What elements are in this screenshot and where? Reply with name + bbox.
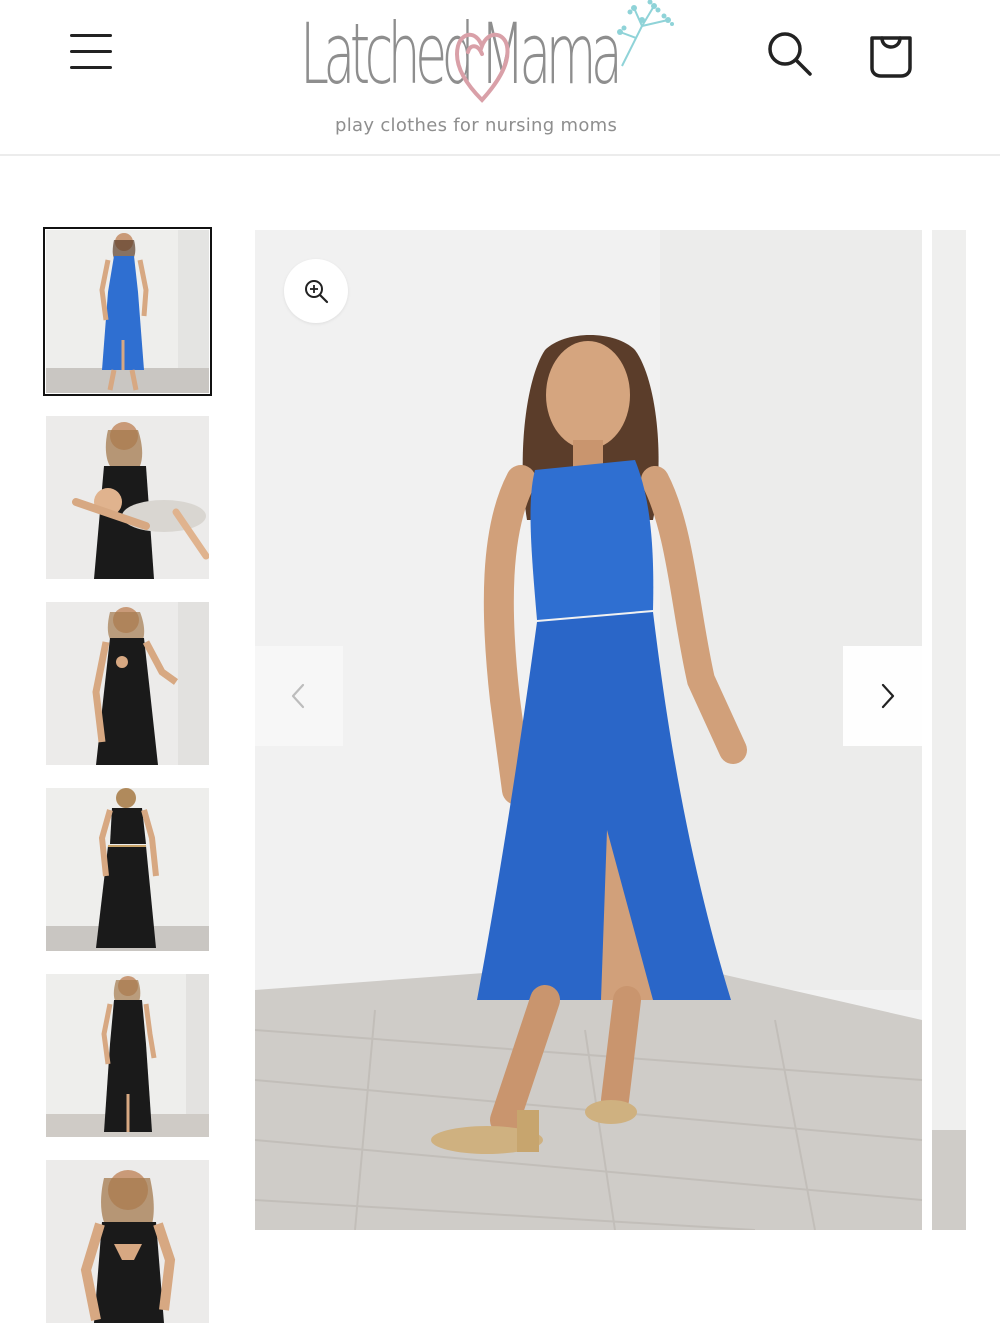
gallery-thumbnail-4[interactable] <box>46 788 209 951</box>
heart-icon <box>455 32 510 103</box>
next-slide-button[interactable] <box>843 646 931 746</box>
cart-button[interactable] <box>862 24 920 82</box>
gallery-thumbnail-2[interactable] <box>46 416 209 579</box>
product-thumbnail-image <box>46 1160 209 1323</box>
product-thumbnail-image <box>46 788 209 951</box>
product-thumbnail-image <box>46 974 209 1137</box>
previous-slide-button[interactable] <box>255 646 343 746</box>
gallery-thumbnail-6[interactable] <box>46 1160 209 1323</box>
product-photo <box>932 230 966 1230</box>
gallery-thumbnail-1[interactable] <box>43 227 212 396</box>
product-thumbnail-image <box>46 602 209 765</box>
product-photo <box>255 230 922 1230</box>
zoom-button[interactable] <box>284 259 348 323</box>
next-slide-preview <box>932 230 966 1230</box>
search-icon <box>768 32 812 76</box>
gallery-thumbnail-5[interactable] <box>46 974 209 1137</box>
hamburger-menu-icon <box>70 50 112 53</box>
chevron-left-icon <box>291 683 305 709</box>
zoom-in-icon <box>305 280 329 304</box>
hamburger-menu-icon <box>70 66 112 69</box>
gallery-thumbnail-3[interactable] <box>46 602 209 765</box>
chevron-right-icon <box>881 683 895 709</box>
hamburger-menu-icon <box>70 34 112 37</box>
search-button[interactable] <box>762 26 816 80</box>
product-thumbnail-image <box>46 230 209 393</box>
flower-icon <box>617 0 674 67</box>
shopping-bag-icon <box>870 36 912 78</box>
product-thumbnail-image <box>46 416 209 579</box>
site-header: Latched Mama play clothes for nursing mo… <box>0 0 1000 156</box>
logo-tagline: play clothes for nursing moms <box>335 115 618 136</box>
menu-button[interactable] <box>66 28 116 76</box>
brand-logo[interactable]: Latched Mama play clothes for nursing mo… <box>290 0 690 150</box>
main-product-image[interactable] <box>255 230 922 1230</box>
